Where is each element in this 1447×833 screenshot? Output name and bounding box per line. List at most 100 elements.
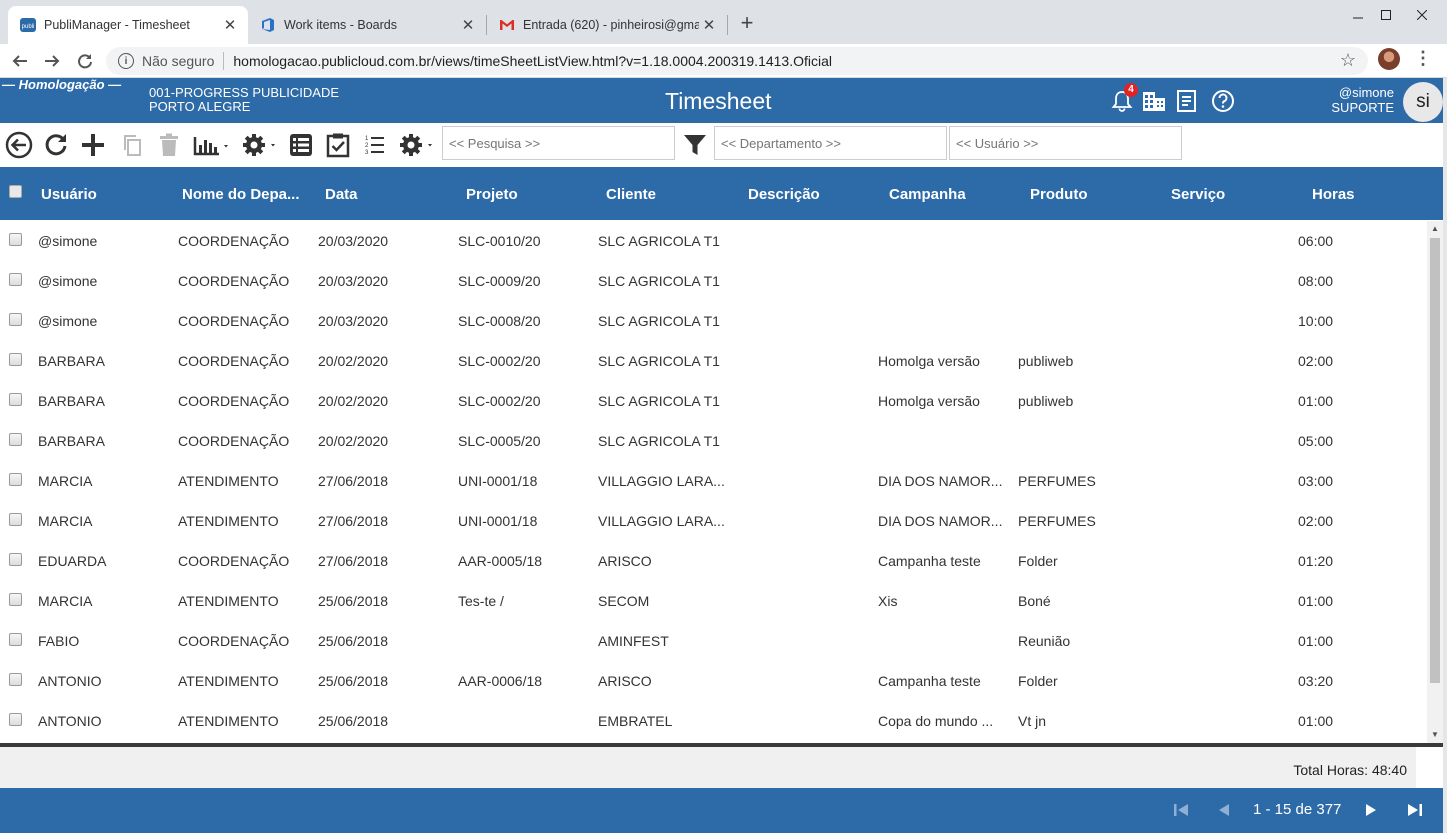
table-row[interactable]: @simone COORDENAÇÃO 20/03/2020 SLC-0010/20 S… [0,221,1427,261]
scrollbar-thumb[interactable] [1430,238,1440,683]
cell-data: 25/06/2018 [318,593,389,609]
browser-menu-icon[interactable]: ⋮ [1414,48,1432,69]
close-icon[interactable]: ✕ [220,16,240,34]
table-row[interactable]: MARCIA ATENDIMENTO 25/06/2018 Tes-te / SECOM… [0,581,1427,621]
tab-work-items[interactable]: Work items - Boards ✕ [248,6,486,44]
back-button[interactable] [7,48,33,74]
column-header-data[interactable]: Data [325,186,358,203]
table-row[interactable]: @simone COORDENAÇÃO 20/03/2020 SLC-0009/20 S… [0,261,1427,301]
column-header-departamento[interactable]: Nome do Depa... [182,186,300,203]
row-checkbox[interactable] [9,313,22,326]
tab-publimanager[interactable]: publi PubliManager - Timesheet ✕ [8,6,248,44]
table-row[interactable]: BARBARA COORDENAÇÃO 20/02/2020 SLC-0002/20 S… [0,381,1427,421]
scroll-down-icon[interactable]: ▼ [1427,727,1443,743]
row-checkbox[interactable] [9,513,22,526]
add-icon[interactable] [79,131,107,159]
column-header-usuario[interactable]: Usuário [41,186,97,203]
refresh-icon[interactable] [42,131,70,159]
row-checkbox[interactable] [9,273,22,286]
forward-button[interactable] [39,48,65,74]
previous-page-icon[interactable] [1213,800,1233,820]
cell-data: 20/02/2020 [318,433,389,449]
pager: 1 - 15 de 377 [0,788,1443,833]
row-checkbox[interactable] [9,433,22,446]
table-row[interactable]: BARBARA COORDENAÇÃO 20/02/2020 SLC-0005/20 S… [0,421,1427,461]
row-checkbox[interactable] [9,233,22,246]
row-checkbox[interactable] [9,633,22,646]
table-row[interactable]: EDUARDA COORDENAÇÃO 27/06/2018 AAR-0005/18 A… [0,541,1427,581]
column-header-horas[interactable]: Horas [1312,186,1355,203]
vertical-scrollbar[interactable]: ▲ ▼ [1427,221,1443,743]
chart-dropdown-icon[interactable] [193,131,233,159]
cell-cliente: SLC AGRICOLA T1 [598,233,720,249]
address-bar: i Não seguro homologacao.publicloud.com.… [0,44,1447,78]
svg-text:publi: publi [22,24,35,30]
tab-gmail[interactable]: Entrada (620) - pinheirosi@gmail ✕ [487,6,727,44]
row-checkbox[interactable] [9,353,22,366]
back-circle-icon[interactable] [4,131,34,159]
table-row[interactable]: FABIO COORDENAÇÃO 25/06/2018 AMINFEST Reuniã… [0,621,1427,661]
select-all-checkbox[interactable] [9,185,22,198]
reload-button[interactable] [72,48,98,74]
department-filter-input[interactable] [714,126,947,160]
search-input[interactable] [442,126,675,160]
numbered-list-icon[interactable]: 123 [363,131,387,159]
row-checkbox[interactable] [9,673,22,686]
close-icon[interactable]: ✕ [458,16,478,34]
url-input[interactable]: i Não seguro homologacao.publicloud.com.… [106,47,1368,75]
first-page-icon[interactable] [1171,800,1191,820]
row-checkbox[interactable] [9,393,22,406]
cell-cliente: SLC AGRICOLA T1 [598,273,720,289]
gear-dropdown-icon[interactable] [241,131,281,159]
row-checkbox[interactable] [9,473,22,486]
table-row[interactable]: ANTONIO ATENDIMENTO 25/06/2018 AAR-0006/18 A… [0,661,1427,701]
info-icon[interactable]: i [118,53,134,69]
row-checkbox[interactable] [9,553,22,566]
company-name: 001-PROGRESS PUBLICIDADE [149,85,340,100]
cell-campanha: Campanha teste [878,553,981,569]
column-header-produto[interactable]: Produto [1030,186,1088,203]
row-checkbox[interactable] [9,593,22,606]
close-window-button[interactable] [1399,0,1445,30]
profile-avatar[interactable] [1378,48,1400,70]
cell-cliente: SLC AGRICOLA T1 [598,393,720,409]
cell-produto: PERFUMES [1018,513,1096,529]
next-page-icon[interactable] [1362,800,1382,820]
cell-campanha: DIA DOS NAMOR... [878,473,1003,489]
settings-dropdown-icon[interactable] [398,131,438,159]
document-icon[interactable] [1174,88,1200,114]
cell-cliente: VILLAGGIO LARA... [598,513,725,529]
column-header-servico[interactable]: Serviço [1171,186,1225,203]
avatar[interactable]: si [1403,82,1443,122]
bookmark-star-icon[interactable]: ☆ [1340,50,1356,71]
column-header-projeto[interactable]: Projeto [466,186,518,203]
cell-departamento: ATENDIMENTO [178,713,279,729]
close-icon[interactable]: ✕ [699,16,719,34]
column-header-cliente[interactable]: Cliente [606,186,656,203]
table-row[interactable]: MARCIA ATENDIMENTO 27/06/2018 UNI-0001/18 VI… [0,461,1427,501]
cell-horas: 02:00 [1298,513,1334,529]
app-header: — Homologação — 001-PROGRESS PUBLICIDADE… [0,77,1443,123]
copy-icon[interactable] [120,131,144,159]
filter-icon[interactable] [682,131,708,159]
list-view-icon[interactable] [287,131,315,159]
user-filter-input[interactable] [949,126,1182,160]
table-row[interactable]: @simone COORDENAÇÃO 20/03/2020 SLC-0008/20 S… [0,301,1427,341]
cell-cliente: ARISCO [598,553,652,569]
company-building-icon[interactable] [1141,88,1167,114]
column-header-descricao[interactable]: Descrição [748,186,820,203]
help-icon[interactable] [1210,88,1236,114]
table-row[interactable]: ANTONIO ATENDIMENTO 25/06/2018 EMBRATEL Copa… [0,701,1427,741]
table-row[interactable]: MARCIA ATENDIMENTO 27/06/2018 UNI-0001/18 VI… [0,501,1427,541]
cell-departamento: COORDENAÇÃO [178,313,290,329]
new-tab-button[interactable]: + [736,12,758,34]
cell-projeto: Tes-te / [458,593,504,609]
clipboard-check-icon[interactable] [324,131,352,159]
last-page-icon[interactable] [1405,800,1425,820]
table-row[interactable]: BARBARA COORDENAÇÃO 20/02/2020 SLC-0002/20 S… [0,341,1427,381]
scroll-up-icon[interactable]: ▲ [1427,221,1443,237]
column-header-campanha[interactable]: Campanha [889,186,966,203]
trash-icon[interactable] [157,131,181,159]
cell-produto: PERFUMES [1018,473,1096,489]
row-checkbox[interactable] [9,713,22,726]
